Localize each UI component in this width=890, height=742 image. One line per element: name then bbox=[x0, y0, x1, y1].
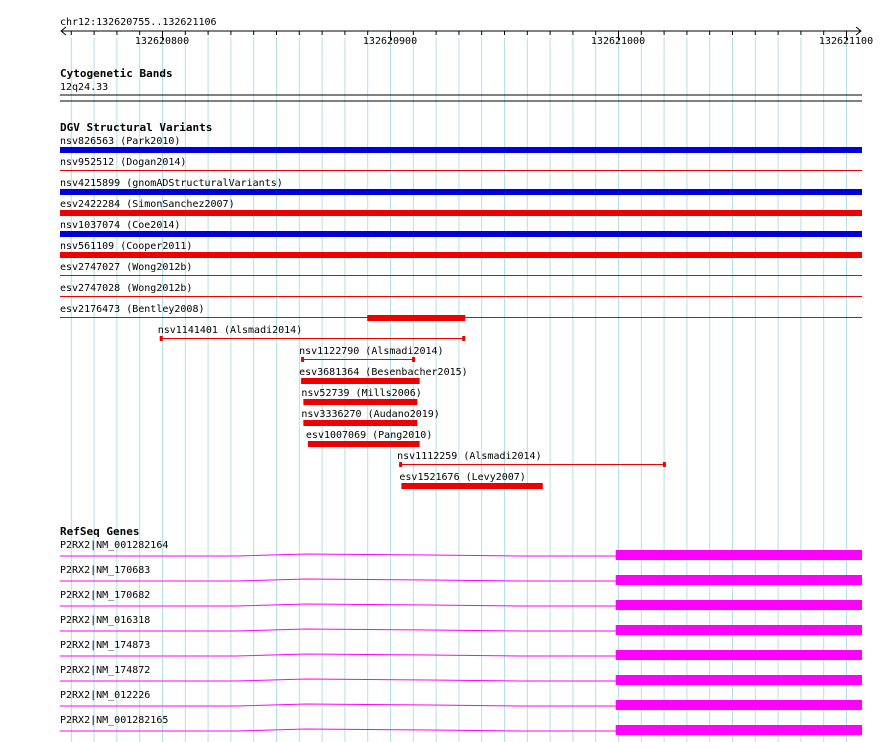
dgv-variant-label[interactable]: nsv4215899 (gnomADStructuralVariants) bbox=[60, 178, 283, 189]
dgv-variant-label[interactable]: esv1007069 (Pang2010) bbox=[306, 430, 432, 441]
refseq-exon-feature[interactable] bbox=[615, 575, 862, 585]
dgv-variant-feature[interactable] bbox=[60, 275, 862, 276]
dgv-variant-feature[interactable] bbox=[60, 189, 862, 195]
dgv-variant-label[interactable]: esv3681364 (Besenbacher2015) bbox=[299, 367, 468, 378]
refseq-exon-feature[interactable] bbox=[615, 650, 862, 660]
dgv-variant-label[interactable]: nsv1037074 (Coe2014) bbox=[60, 220, 180, 231]
refseq-exon-feature[interactable] bbox=[615, 700, 862, 710]
dgv-variant-feature[interactable] bbox=[60, 210, 862, 216]
vertical-grid-lines bbox=[70, 38, 847, 742]
refseq-intron-feature[interactable] bbox=[60, 703, 616, 707]
dgv-variant-label[interactable]: nsv561109 (Cooper2011) bbox=[60, 241, 192, 252]
refseq-intron-feature[interactable] bbox=[60, 653, 616, 657]
dgv-variant-feature[interactable] bbox=[60, 170, 862, 171]
genome-browser-view: chr12:132620755..132621106 132620800 1326… bbox=[60, 17, 873, 742]
dgv-variant-label[interactable]: esv2747028 (Wong2012b) bbox=[60, 283, 192, 294]
dgv-track-title[interactable]: DGV Structural Variants bbox=[60, 121, 212, 134]
dgv-variant-endcap bbox=[399, 462, 403, 467]
dgv-variant-feature[interactable] bbox=[367, 315, 466, 321]
dgv-variant-feature[interactable] bbox=[159, 338, 466, 339]
refseq-gene-label[interactable]: P2RX2|NM_174873 bbox=[60, 640, 150, 651]
cytoband-label[interactable]: 12q24.33 bbox=[60, 82, 108, 93]
ruler-tick-label[interactable]: 132620900 bbox=[363, 36, 417, 47]
dgv-variant-feature[interactable] bbox=[401, 483, 543, 489]
ruler-tick-label[interactable]: 132621100 bbox=[819, 36, 873, 47]
refseq-intron-feature[interactable] bbox=[60, 728, 616, 732]
dgv-variant-label[interactable]: nsv52739 (Mills2006) bbox=[301, 388, 421, 399]
dgv-variant-label[interactable]: nsv1122790 (Alsmadi2014) bbox=[299, 346, 444, 357]
cytoband-track-title[interactable]: Cytogenetic Bands bbox=[60, 67, 173, 80]
refseq-exon-feature[interactable] bbox=[615, 675, 862, 685]
refseq-exon-feature[interactable] bbox=[615, 625, 862, 635]
dgv-variant-label[interactable]: esv2747027 (Wong2012b) bbox=[60, 262, 192, 273]
dgv-track: DGV Structural Variants nsv826563 (Park2… bbox=[60, 121, 862, 489]
refseq-intron-feature[interactable] bbox=[60, 603, 616, 607]
dgv-full-span-variants: nsv826563 (Park2010) nsv952512 (Dogan2014… bbox=[60, 136, 862, 318]
dgv-variant-feature[interactable] bbox=[60, 296, 862, 297]
dgv-variant-label[interactable]: esv2176473 (Bentley2008) bbox=[60, 304, 205, 315]
dgv-variant-feature[interactable] bbox=[303, 420, 418, 426]
ruler-track: chr12:132620755..132621106 132620800 1326… bbox=[60, 17, 873, 47]
refseq-gene-label[interactable]: P2RX2|NM_001282165 bbox=[60, 715, 168, 726]
dgv-variant-feature[interactable] bbox=[301, 378, 420, 384]
dgv-variant-label[interactable]: nsv952512 (Dogan2014) bbox=[60, 157, 186, 168]
refseq-exon-feature[interactable] bbox=[615, 725, 862, 735]
region-label: chr12:132620755..132621106 bbox=[60, 17, 217, 28]
dgv-variant-feature[interactable] bbox=[301, 359, 416, 360]
cytoband-track: Cytogenetic Bands 12q24.33 bbox=[60, 67, 862, 102]
dgv-partial-variants: nsv1141401 (Alsmadi2014) nsv1122790 (Alsm… bbox=[158, 315, 666, 489]
refseq-intron-feature[interactable] bbox=[60, 553, 616, 557]
dgv-variant-feature[interactable] bbox=[303, 399, 418, 405]
refseq-exon-feature[interactable] bbox=[615, 550, 862, 560]
ruler-tick-label[interactable]: 132620800 bbox=[135, 36, 189, 47]
refseq-exon-feature[interactable] bbox=[615, 600, 862, 610]
refseq-gene-label[interactable]: P2RX2|NM_170682 bbox=[60, 590, 150, 601]
dgv-variant-label[interactable]: nsv1112259 (Alsmadi2014) bbox=[397, 451, 542, 462]
dgv-variant-label[interactable]: nsv1141401 (Alsmadi2014) bbox=[158, 325, 303, 336]
dgv-variant-endcap bbox=[412, 357, 416, 362]
dgv-variant-endcap bbox=[301, 357, 305, 362]
refseq-gene-label[interactable]: P2RX2|NM_001282164 bbox=[60, 540, 168, 551]
dgv-variant-label[interactable]: nsv826563 (Park2010) bbox=[60, 136, 180, 147]
refseq-gene-label[interactable]: P2RX2|NM_174872 bbox=[60, 665, 150, 676]
dgv-variant-feature[interactable] bbox=[60, 231, 862, 237]
dgv-variant-feature[interactable] bbox=[307, 441, 420, 447]
dgv-variant-label[interactable]: esv1521676 (Levy2007) bbox=[399, 472, 525, 483]
dgv-variant-feature[interactable] bbox=[60, 252, 862, 258]
dgv-variant-feature[interactable] bbox=[60, 147, 862, 153]
refseq-gene-label[interactable]: P2RX2|NM_012226 bbox=[60, 690, 150, 701]
ruler-tick-label[interactable]: 132621000 bbox=[591, 36, 645, 47]
refseq-intron-feature[interactable] bbox=[60, 678, 616, 682]
dgv-variant-endcap bbox=[462, 336, 466, 341]
dgv-variant-label[interactable]: esv2422284 (SimonSanchez2007) bbox=[60, 199, 235, 210]
refseq-track-title[interactable]: RefSeq Genes bbox=[60, 525, 139, 538]
dgv-variant-feature[interactable] bbox=[399, 464, 666, 465]
refseq-gene-label[interactable]: P2RX2|NM_170683 bbox=[60, 565, 150, 576]
dgv-variant-label[interactable]: nsv3336270 (Audano2019) bbox=[301, 409, 439, 420]
dgv-variant-endcap bbox=[662, 462, 666, 467]
refseq-intron-feature[interactable] bbox=[60, 578, 616, 582]
dgv-variant-endcap bbox=[159, 336, 163, 341]
refseq-gene-label[interactable]: P2RX2|NM_016318 bbox=[60, 615, 150, 626]
refseq-intron-feature[interactable] bbox=[60, 628, 616, 632]
refseq-track: RefSeq Genes P2RX2|NM_001282164P2RX2|NM_… bbox=[60, 525, 862, 735]
refseq-gene-list: P2RX2|NM_001282164 P2RX2|NM_170683 P2RX2|N… bbox=[60, 540, 862, 735]
